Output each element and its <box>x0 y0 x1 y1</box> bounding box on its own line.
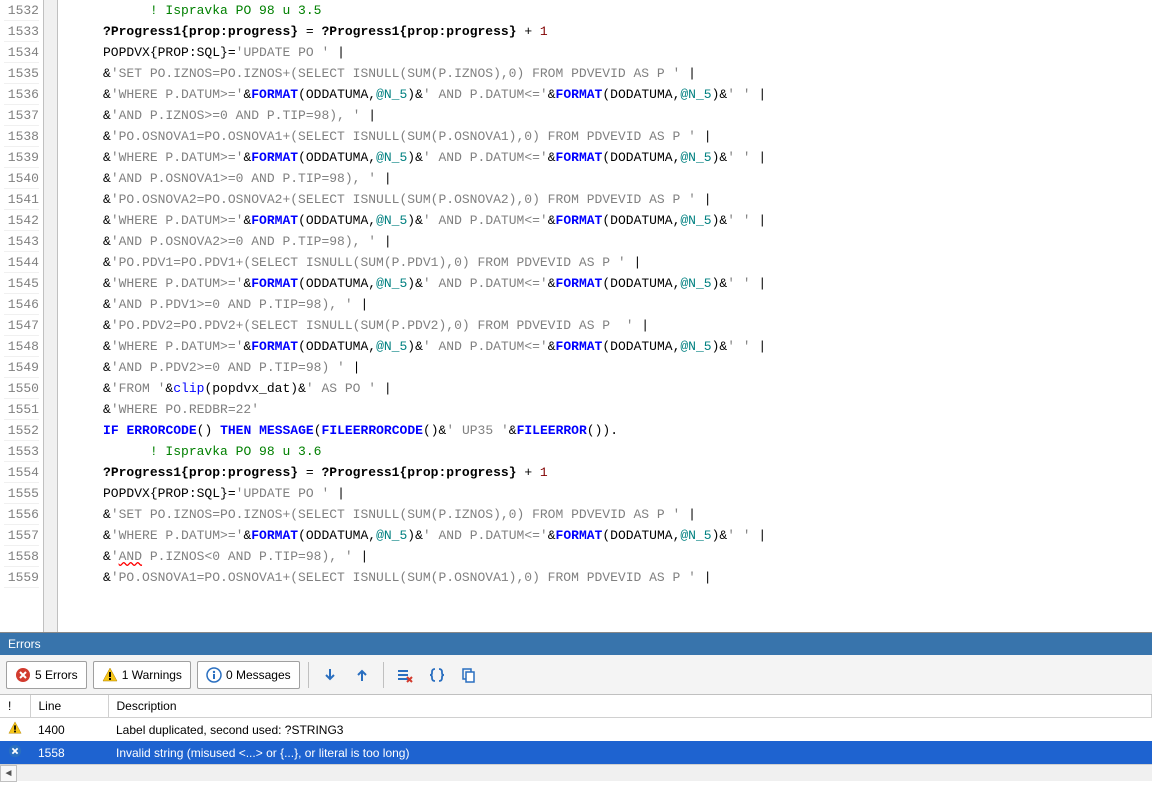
code-line[interactable]: &'WHERE P.DATUM>='&FORMAT(ODDATUMA,@N_5)… <box>64 84 1152 105</box>
line-number: 1541 <box>4 189 39 210</box>
code-line[interactable]: IF ERRORCODE() THEN MESSAGE(FILEERRORCOD… <box>64 420 1152 441</box>
code-line[interactable]: &'AND P.OSNOVA1>=0 AND P.TIP=98), ' | <box>64 168 1152 189</box>
errors-header-row: ! Line Description <box>0 695 1152 718</box>
code-line[interactable]: &'WHERE P.DATUM>='&FORMAT(ODDATUMA,@N_5)… <box>64 336 1152 357</box>
code-line[interactable]: POPDVX{PROP:SQL}='UPDATE PO ' | <box>64 483 1152 504</box>
messages-count-label: 0 Messages <box>226 668 291 682</box>
folding-margin <box>44 0 58 632</box>
line-number: 1537 <box>4 105 39 126</box>
code-line[interactable]: &'SET PO.IZNOS=PO.IZNOS+(SELECT ISNULL(S… <box>64 63 1152 84</box>
code-line[interactable]: &'PO.OSNOVA2=PO.OSNOVA2+(SELECT ISNULL(S… <box>64 189 1152 210</box>
clear-errors-button[interactable] <box>392 662 418 688</box>
line-number: 1547 <box>4 315 39 336</box>
code-line[interactable]: &'AND P.PDV1>=0 AND P.TIP=98), ' | <box>64 294 1152 315</box>
error-row[interactable]: 1400Label duplicated, second used: ?STRI… <box>0 718 1152 742</box>
errors-panel-title: Errors <box>0 633 1152 655</box>
code-line[interactable]: &'WHERE P.DATUM>='&FORMAT(ODDATUMA,@N_5)… <box>64 273 1152 294</box>
errors-table[interactable]: ! Line Description 1400Label duplicated,… <box>0 695 1152 764</box>
line-number: 1538 <box>4 126 39 147</box>
brackets-icon <box>429 667 445 683</box>
code-line[interactable]: &'AND P.OSNOVA2>=0 AND P.TIP=98), ' | <box>64 231 1152 252</box>
code-line[interactable]: ! Ispravka PO 98 u 3.6 <box>64 441 1152 462</box>
code-line[interactable]: &'PO.PDV2=PO.PDV2+(SELECT ISNULL(SUM(P.P… <box>64 315 1152 336</box>
error-row[interactable]: 1558Invalid string (misused <...> or {..… <box>0 741 1152 764</box>
info-icon <box>206 667 222 683</box>
code-line[interactable]: &'AND P.PDV2>=0 AND P.TIP=98) ' | <box>64 357 1152 378</box>
warning-icon <box>102 667 118 683</box>
error-line-number: 1558 <box>30 741 108 764</box>
line-number: 1536 <box>4 84 39 105</box>
line-number: 1540 <box>4 168 39 189</box>
horizontal-scrollbar[interactable]: ◄ <box>0 764 1152 781</box>
code-line[interactable]: &'AND P.IZNOS>=0 AND P.TIP=98), ' | <box>64 105 1152 126</box>
scroll-left-icon[interactable]: ◄ <box>0 765 17 782</box>
line-number: 1548 <box>4 336 39 357</box>
line-number: 1542 <box>4 210 39 231</box>
next-error-button[interactable] <box>317 662 343 688</box>
arrow-up-icon <box>354 667 370 683</box>
list-clear-icon <box>397 667 413 683</box>
line-number: 1556 <box>4 504 39 525</box>
line-number: 1551 <box>4 399 39 420</box>
code-line[interactable]: ?Progress1{prop:progress} = ?Progress1{p… <box>64 21 1152 42</box>
line-number: 1546 <box>4 294 39 315</box>
errors-filter-pill[interactable]: 5 Errors <box>6 661 87 689</box>
errors-panel: Errors 5 Errors 1 Warnings 0 Messages <box>0 632 1152 781</box>
errors-toolbar: 5 Errors 1 Warnings 0 Messages <box>0 655 1152 695</box>
warnings-count-label: 1 Warnings <box>122 668 182 682</box>
code-line[interactable]: &'AND P.IZNOS<0 AND P.TIP=98), ' | <box>64 546 1152 567</box>
error-line-number: 1400 <box>30 718 108 742</box>
code-content[interactable]: ! Ispravka PO 98 u 3.5 ?Progress1{prop:p… <box>58 0 1152 632</box>
line-number: 1557 <box>4 525 39 546</box>
copy-icon <box>461 667 477 683</box>
line-number: 1544 <box>4 252 39 273</box>
errors-count-label: 5 Errors <box>35 668 78 682</box>
line-number: 1553 <box>4 441 39 462</box>
line-number: 1555 <box>4 483 39 504</box>
line-number-gutter: 1532153315341535153615371538153915401541… <box>0 0 44 632</box>
prev-error-button[interactable] <box>349 662 375 688</box>
col-icon-header[interactable]: ! <box>0 695 30 718</box>
code-line[interactable]: &'FROM '&clip(popdvx_dat)&' AS PO ' | <box>64 378 1152 399</box>
code-line[interactable]: &'PO.PDV1=PO.PDV1+(SELECT ISNULL(SUM(P.P… <box>64 252 1152 273</box>
error-description: Label duplicated, second used: ?STRING3 <box>108 718 1152 742</box>
arrow-down-icon <box>322 667 338 683</box>
line-number: 1534 <box>4 42 39 63</box>
warning-icon <box>0 718 30 742</box>
code-line[interactable]: ?Progress1{prop:progress} = ?Progress1{p… <box>64 462 1152 483</box>
code-line[interactable]: &'PO.OSNOVA1=PO.OSNOVA1+(SELECT ISNULL(S… <box>64 567 1152 588</box>
error-icon <box>0 741 30 764</box>
code-line[interactable]: &'WHERE PO.REDBR=22' <box>64 399 1152 420</box>
toolbar-divider <box>383 662 384 688</box>
code-line[interactable]: &'SET PO.IZNOS=PO.IZNOS+(SELECT ISNULL(S… <box>64 504 1152 525</box>
code-line[interactable]: &'WHERE P.DATUM>='&FORMAT(ODDATUMA,@N_5)… <box>64 525 1152 546</box>
line-number: 1532 <box>4 0 39 21</box>
messages-filter-pill[interactable]: 0 Messages <box>197 661 300 689</box>
goto-error-button[interactable] <box>424 662 450 688</box>
line-number: 1543 <box>4 231 39 252</box>
line-number: 1550 <box>4 378 39 399</box>
copy-errors-button[interactable] <box>456 662 482 688</box>
line-number: 1559 <box>4 567 39 588</box>
code-line[interactable]: POPDVX{PROP:SQL}='UPDATE PO ' | <box>64 42 1152 63</box>
line-number: 1545 <box>4 273 39 294</box>
code-line[interactable]: &'WHERE P.DATUM>='&FORMAT(ODDATUMA,@N_5)… <box>64 147 1152 168</box>
line-number: 1549 <box>4 357 39 378</box>
error-description: Invalid string (misused <...> or {...}, … <box>108 741 1152 764</box>
code-line[interactable]: &'PO.OSNOVA1=PO.OSNOVA1+(SELECT ISNULL(S… <box>64 126 1152 147</box>
line-number: 1533 <box>4 21 39 42</box>
col-description-header[interactable]: Description <box>108 695 1152 718</box>
line-number: 1554 <box>4 462 39 483</box>
col-line-header[interactable]: Line <box>30 695 108 718</box>
line-number: 1539 <box>4 147 39 168</box>
code-line[interactable]: &'WHERE P.DATUM>='&FORMAT(ODDATUMA,@N_5)… <box>64 210 1152 231</box>
error-icon <box>15 667 31 683</box>
line-number: 1535 <box>4 63 39 84</box>
toolbar-divider <box>308 662 309 688</box>
code-line[interactable]: ! Ispravka PO 98 u 3.5 <box>64 0 1152 21</box>
line-number: 1552 <box>4 420 39 441</box>
warnings-filter-pill[interactable]: 1 Warnings <box>93 661 191 689</box>
line-number: 1558 <box>4 546 39 567</box>
code-editor[interactable]: 1532153315341535153615371538153915401541… <box>0 0 1152 632</box>
